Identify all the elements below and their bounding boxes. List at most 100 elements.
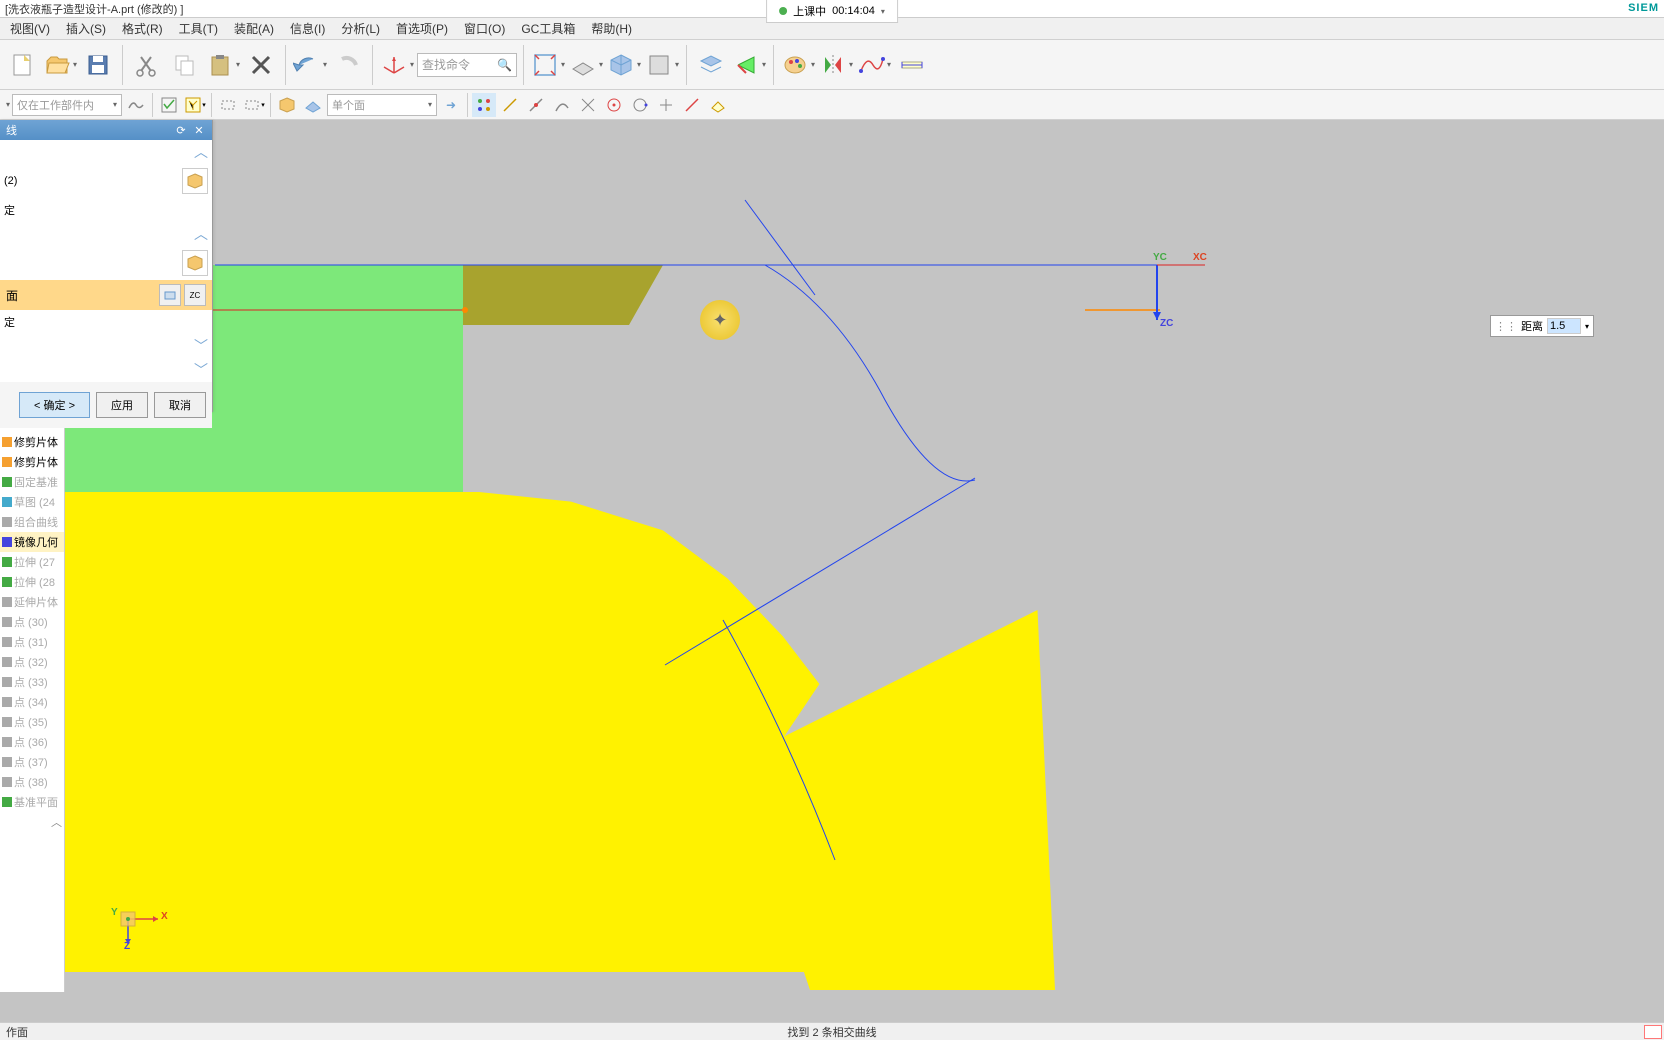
select-all-button[interactable] — [157, 93, 181, 117]
spline-button[interactable]: ▾ — [856, 47, 892, 83]
snap-tangent-button[interactable] — [654, 93, 678, 117]
shade-button[interactable]: ▾ — [606, 47, 642, 83]
chevron-down-icon[interactable]: ▾ — [849, 60, 853, 69]
menu-view[interactable]: 视图(V) — [2, 20, 58, 37]
tree-item[interactable]: 组合曲线 — [0, 512, 64, 532]
ok-button[interactable]: < 确定 > — [19, 392, 90, 418]
chevron-down-icon[interactable]: ▾ — [6, 100, 10, 109]
section-header-1[interactable]: ︿ — [0, 140, 212, 164]
surface-button[interactable] — [301, 93, 325, 117]
menu-info[interactable]: 信息(I) — [282, 20, 333, 37]
recording-banner[interactable]: 上课中 00:14:04 ▾ — [766, 0, 898, 23]
snap-end-button[interactable] — [498, 93, 522, 117]
feature-tree[interactable]: 修剪片体修剪片体修剪片体固定基准草图 (24组合曲线镜像几何拉伸 (27拉伸 (… — [0, 412, 65, 992]
snap-mid-button[interactable] — [524, 93, 548, 117]
tree-item[interactable]: 点 (34) — [0, 692, 64, 712]
active-selection-row[interactable]: 面 ZC — [0, 280, 212, 310]
tree-item[interactable]: 固定基准 — [0, 472, 64, 492]
paste-button[interactable]: ▾ — [205, 47, 241, 83]
tree-item[interactable]: 点 (31) — [0, 632, 64, 652]
delete-button[interactable] — [243, 47, 279, 83]
chevron-down-icon[interactable]: ▾ — [561, 60, 565, 69]
cut-button[interactable] — [129, 47, 165, 83]
section-header-4[interactable]: ﹀ — [0, 358, 212, 382]
chevron-down-icon[interactable]: ▾ — [236, 60, 240, 69]
snap-face-button[interactable] — [706, 93, 730, 117]
menu-tools[interactable]: 工具(T) — [171, 20, 226, 37]
save-button[interactable] — [80, 47, 116, 83]
apply-button[interactable]: 应用 — [96, 392, 148, 418]
tree-item[interactable]: 草图 (24 — [0, 492, 64, 512]
tree-item[interactable]: 点 (37) — [0, 752, 64, 772]
rect-select-button[interactable] — [216, 93, 240, 117]
dialog-header[interactable]: 线 ⟳ ✕ — [0, 120, 212, 140]
tree-item[interactable]: 延伸片体 — [0, 592, 64, 612]
chevron-down-icon[interactable]: ▾ — [675, 60, 679, 69]
command-search-input[interactable]: 查找命令 🔍 — [417, 53, 517, 77]
chevron-down-icon[interactable]: ▾ — [410, 60, 414, 69]
arrow-right-button[interactable]: ➜ — [439, 93, 463, 117]
copy-button[interactable] — [167, 47, 203, 83]
redo-button[interactable] — [330, 47, 366, 83]
chevron-down-icon[interactable]: ▾ — [323, 60, 327, 69]
selection-scope-combo[interactable]: 仅在工作部件内▾ — [12, 94, 122, 116]
tree-collapse[interactable]: ︿ — [0, 812, 64, 832]
chevron-down-icon[interactable]: ▾ — [637, 60, 641, 69]
distance-input-popup[interactable]: ⋮⋮ 距离 ▾ — [1490, 315, 1594, 337]
snap-center-button[interactable] — [602, 93, 626, 117]
tree-item[interactable]: 镜像几何 — [0, 532, 64, 552]
lasso-select-button[interactable]: ▾ — [242, 93, 266, 117]
status-indicator-box[interactable] — [1644, 1025, 1662, 1039]
face-selector-button[interactable] — [182, 250, 208, 276]
undo-button[interactable]: ▾ — [292, 47, 328, 83]
tree-item[interactable]: 点 (33) — [0, 672, 64, 692]
cancel-button[interactable]: 取消 — [154, 392, 206, 418]
menu-prefs[interactable]: 首选项(P) — [388, 20, 456, 37]
orient-view-button[interactable]: ▾ — [568, 47, 604, 83]
measure-button[interactable] — [894, 47, 930, 83]
chevron-down-icon[interactable]: ▾ — [599, 60, 603, 69]
tree-item[interactable]: 拉伸 (27 — [0, 552, 64, 572]
tree-item[interactable]: 基准平面 — [0, 792, 64, 812]
filter-button[interactable]: ▾ — [183, 93, 207, 117]
chevron-down-icon[interactable]: ▾ — [73, 60, 77, 69]
render-style-button[interactable]: ▾ — [644, 47, 680, 83]
menu-window[interactable]: 窗口(O) — [456, 20, 513, 37]
snap-point-button[interactable] — [472, 93, 496, 117]
tree-item[interactable]: 拉伸 (28 — [0, 572, 64, 592]
open-file-button[interactable]: ▾ — [42, 47, 78, 83]
chevron-down-icon[interactable]: ▾ — [887, 60, 891, 69]
tree-item[interactable]: 点 (36) — [0, 732, 64, 752]
layer-button[interactable] — [693, 47, 729, 83]
chevron-down-icon[interactable]: ▾ — [762, 60, 766, 69]
snap-curve-button[interactable] — [550, 93, 574, 117]
menu-assembly[interactable]: 装配(A) — [226, 20, 282, 37]
mirror-button[interactable]: ▾ — [818, 47, 854, 83]
section-header-3[interactable]: ﹀ — [0, 334, 212, 358]
face-filter-combo[interactable]: 单个面▾ — [327, 94, 437, 116]
tree-item[interactable]: 修剪片体 — [0, 452, 64, 472]
new-file-button[interactable] — [4, 47, 40, 83]
menu-insert[interactable]: 插入(S) — [58, 20, 114, 37]
tree-item[interactable]: 点 (35) — [0, 712, 64, 732]
distance-field[interactable] — [1547, 318, 1581, 334]
section-button[interactable]: ▾ — [731, 47, 767, 83]
recording-dropdown-icon[interactable]: ▾ — [881, 7, 885, 16]
refresh-icon[interactable]: ⟳ — [174, 123, 188, 137]
chevron-down-icon[interactable]: ▾ — [811, 60, 815, 69]
viewport-3d[interactable]: YC XC ZC ⋮⋮ 距离 ▾ X Y Z — [65, 120, 1664, 992]
chevron-down-icon[interactable]: ▾ — [1585, 322, 1589, 331]
tree-item[interactable]: 点 (32) — [0, 652, 64, 672]
plane-icon-button[interactable] — [159, 284, 181, 306]
menu-help[interactable]: 帮助(H) — [583, 20, 640, 37]
wave-button[interactable] — [124, 93, 148, 117]
menu-gc[interactable]: GC工具箱 — [513, 20, 583, 37]
section-header-2[interactable]: ︿ — [0, 222, 212, 246]
box-button[interactable] — [275, 93, 299, 117]
csys-button[interactable]: ▾ — [379, 47, 415, 83]
tree-item[interactable]: 点 (38) — [0, 772, 64, 792]
tree-item[interactable]: 点 (30) — [0, 612, 64, 632]
snap-intersect-button[interactable] — [576, 93, 600, 117]
fit-view-button[interactable]: ▾ — [530, 47, 566, 83]
zc-plane-button[interactable]: ZC — [184, 284, 206, 306]
